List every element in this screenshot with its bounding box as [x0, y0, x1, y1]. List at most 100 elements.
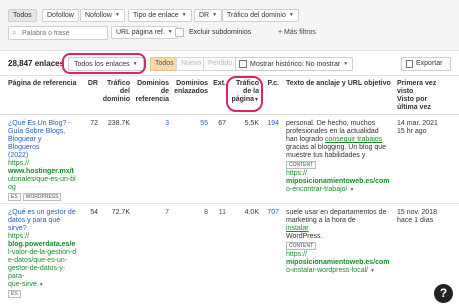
ref-page-url-line[interactable]: l-valor-de-la-gestion-d: [8, 249, 80, 257]
filter-dofollow-button[interactable]: Dofollow: [42, 9, 79, 22]
col-label: referencia: [135, 96, 169, 103]
target-url-line[interactable]: o-instalar-wordpress-local/: [286, 267, 368, 274]
domain-traffic-value: 238.7K: [107, 120, 130, 127]
chevron-down-icon: ▼: [343, 61, 349, 67]
anchor-link[interactable]: instalar: [286, 225, 309, 232]
anchor-text-line: gracias al blogging. Un blog que: [286, 144, 387, 151]
ref-page-cell: ¿Qué es un gestor de datos y para qué si…: [8, 209, 80, 298]
anchor-text-line: suele usar en departamentos de: [286, 209, 387, 216]
col-linked-domains[interactable]: Dominios enlazados: [170, 80, 208, 96]
search-icon: ⌕: [12, 28, 17, 37]
target-url-line[interactable]: https://: [286, 251, 394, 259]
col-first-last-seen[interactable]: Primera vez visto Visto por última vez: [397, 80, 436, 112]
segment-new[interactable]: Nuevo: [176, 57, 207, 71]
search-input[interactable]: [22, 28, 106, 39]
ref-page-url-line[interactable]: https://: [8, 160, 80, 168]
keywords-value[interactable]: 194: [264, 120, 279, 128]
col-label: del: [119, 88, 130, 95]
exclude-subdomains-checkbox[interactable]: [175, 28, 184, 37]
ref-domains-value[interactable]: 3: [133, 120, 169, 128]
export-button[interactable]: Exportar: [401, 57, 451, 71]
linked-domains-value[interactable]: 8: [170, 209, 208, 217]
linked-domains-value[interactable]: 55: [170, 120, 208, 128]
col-label: Dominios: [137, 80, 169, 87]
col-label: Primera vez: [397, 80, 437, 87]
dr-value: 72: [90, 120, 98, 127]
col-ref-domains[interactable]: Dominios de referencia: [133, 80, 169, 104]
ref-page-title-line[interactable]: Blogueros: [8, 144, 80, 152]
history-select[interactable]: Mostrar histórico: No mostrar ▼: [235, 57, 354, 71]
filter-nofollow-select[interactable]: Nofollow ▼: [80, 9, 125, 22]
ref-page-title-line[interactable]: ¿Qué es un gestor de: [8, 209, 80, 217]
ext-value[interactable]: 11: [209, 209, 226, 217]
anchor-text-line: personal. De hecho, muchos: [286, 120, 376, 127]
ref-page-url-line[interactable]: utoriales/que-es-un-bl: [8, 176, 80, 184]
chevron-down-icon: ▼: [167, 29, 173, 35]
language-badge: ES: [8, 290, 21, 298]
ref-page-url-line[interactable]: que-sirve: [8, 281, 37, 288]
links-count: 28,847 enlaces: [8, 59, 65, 68]
dropdown-caret-icon[interactable]: ▼: [349, 187, 354, 193]
url-field-select[interactable]: URL página ref. ▼: [111, 26, 178, 39]
dropdown-caret-icon[interactable]: ▼: [39, 282, 44, 288]
row-divider: [0, 203, 459, 204]
page-traffic-value: 4.0K: [244, 209, 259, 216]
col-dr[interactable]: DR: [80, 80, 98, 88]
filter-toolbar: Todos Dofollow Nofollow ▼ Tipo de enlace ▼…: [0, 0, 459, 51]
help-button[interactable]: ?: [434, 284, 453, 303]
ref-page-url-line[interactable]: blog.powerdata.es/e: [8, 241, 80, 249]
page-traffic-value: 5.5K: [244, 120, 259, 127]
ref-page-title-line[interactable]: (2022): [8, 152, 80, 160]
ref-page-url-line[interactable]: www.hostinger.mx/t: [8, 168, 80, 176]
keywords-value[interactable]: 707: [264, 209, 279, 217]
last-seen-value: 15 hr ago: [397, 128, 427, 135]
domain-traffic-value: 72.7K: [111, 209, 130, 216]
ref-page-title-line[interactable]: datos y para qué: [8, 217, 80, 225]
col-ext[interactable]: Ext.: [209, 80, 226, 88]
col-label: enlazados: [174, 88, 208, 95]
ref-page-title-line[interactable]: sirve?: [8, 225, 80, 233]
ref-page-url-line[interactable]: https://: [8, 233, 80, 241]
ref-domains-value[interactable]: 7: [133, 209, 169, 217]
dropdown-caret-icon[interactable]: ▼: [370, 268, 375, 274]
anchor-cell: personal. De hecho, muchos profesionales…: [286, 120, 394, 194]
link-type-select[interactable]: Tipo de enlace ▼: [128, 9, 192, 22]
last-seen-value: hace 1 días: [397, 217, 434, 224]
segment-lost[interactable]: Perdido: [203, 57, 238, 71]
filter-all-button[interactable]: Todos: [8, 9, 37, 22]
target-url-line[interactable]: https://: [286, 170, 394, 178]
col-label: Dominios: [176, 80, 208, 87]
col-ref-page[interactable]: Página de referencia: [8, 80, 76, 88]
first-seen-value: 15 nov. 2018: [397, 209, 437, 216]
dr-select[interactable]: DR ▼: [194, 9, 223, 22]
anchor-link[interactable]: conseguir trabajos: [325, 136, 382, 143]
ref-page-title-line[interactable]: ¿Qué Es Un Blog? -: [8, 120, 80, 128]
more-filters-button[interactable]: + Más filtros: [278, 29, 316, 37]
ref-page-title-line[interactable]: Bloguear y: [8, 136, 80, 144]
chevron-down-icon: ▼: [114, 12, 120, 18]
chevron-down-icon: ▼: [181, 12, 187, 18]
highlight-ring: [226, 76, 263, 112]
anchor-text-line: WordPress.: [286, 233, 323, 240]
language-badge: ES: [8, 193, 21, 201]
first-seen-value: 14 mar. 2021: [397, 120, 438, 127]
col-label: Tráfico: [107, 80, 130, 87]
ref-page-url-line[interactable]: e-datos/que-es-un-gestor-de-datos-y-para…: [8, 257, 80, 281]
col-domain-traffic[interactable]: Tráfico del dominio: [100, 80, 130, 104]
segment-all[interactable]: Todos: [150, 57, 179, 71]
anchor-cell: suele usar en departamentos de marketing…: [286, 209, 394, 275]
target-url-line[interactable]: miposicionamientoweb.es/com: [286, 178, 394, 186]
anchor-text-line: profesionales en la actualidad: [286, 128, 379, 135]
col-label: dominio: [102, 96, 130, 103]
target-url-line[interactable]: o-encontrar-trabajo/: [286, 186, 347, 193]
ref-page-title-line[interactable]: Guía Sobre Blogs,: [8, 128, 80, 136]
ext-value: 67: [218, 120, 226, 127]
target-url-line[interactable]: miposicionamientoweb.es/com: [286, 259, 394, 267]
domain-traffic-select[interactable]: Tráfico del dominio ▼: [222, 9, 299, 22]
anchor-text-part: han logrado: [286, 136, 323, 143]
ref-page-cell: ¿Qué Es Un Blog? - Guía Sobre Blogs, Blo…: [8, 120, 80, 201]
table-icon: [239, 60, 247, 68]
ref-page-url-line[interactable]: og: [8, 184, 80, 192]
col-keywords[interactable]: P.c.: [264, 80, 279, 88]
col-anchor[interactable]: Texto de anclaje y URL objetivo: [286, 80, 391, 88]
